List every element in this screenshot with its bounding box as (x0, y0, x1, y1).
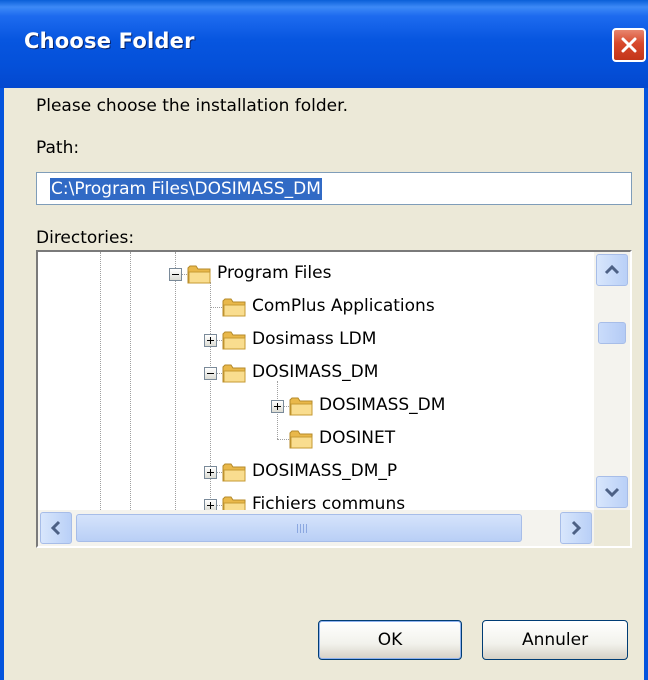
scrollbar-corner (594, 510, 630, 546)
title-bar[interactable]: Choose Folder (0, 0, 648, 88)
tree-guide-line (175, 252, 176, 510)
tree-item-label[interactable]: DOSIMASS_DM (319, 395, 445, 415)
tree-item-label[interactable]: ComPlus Applications (252, 296, 435, 316)
folder-icon (222, 329, 246, 351)
collapse-minus-icon[interactable] (204, 367, 217, 380)
folder-icon (222, 362, 246, 384)
scroll-right-button[interactable] (560, 512, 592, 544)
window-title: Choose Folder (24, 29, 195, 53)
chevron-right-icon (571, 520, 582, 536)
folder-icon (289, 428, 313, 450)
tree-guide-line (100, 252, 101, 510)
directories-label: Directories: (36, 228, 135, 248)
tree-item-label[interactable]: Program Files (217, 263, 331, 283)
scroll-up-button[interactable] (596, 254, 628, 286)
expand-plus-icon[interactable] (271, 400, 284, 413)
tree-item-label[interactable]: DOSIMASS_DM (252, 362, 378, 382)
chevron-left-icon (50, 520, 61, 536)
expand-plus-icon[interactable] (204, 499, 217, 510)
directory-tree[interactable]: Program Files ComPlus Applications Dosimas… (36, 250, 632, 548)
horizontal-scrollbar[interactable] (38, 510, 594, 546)
expand-plus-icon[interactable] (204, 466, 217, 479)
window-frame-left (0, 88, 4, 680)
folder-icon (222, 494, 246, 510)
folder-icon (222, 461, 246, 483)
folder-icon (222, 296, 246, 318)
close-button[interactable] (612, 28, 646, 62)
path-input[interactable]: C:\Program Files\DOSIMASS_DM (36, 172, 632, 205)
tree-item-label[interactable]: Fichiers communs (252, 494, 405, 510)
folder-icon (289, 395, 313, 417)
vertical-scrollbar[interactable] (594, 252, 630, 510)
tree-item-label[interactable]: DOSIMASS_DM_P (252, 461, 397, 481)
tree-connector (277, 439, 289, 440)
horizontal-scroll-thumb[interactable] (76, 514, 522, 542)
tree-viewport: Program Files ComPlus Applications Dosimas… (38, 252, 594, 510)
vertical-scroll-thumb[interactable] (598, 322, 626, 344)
tree-connector (210, 307, 222, 308)
path-label: Path: (36, 138, 80, 158)
close-icon (621, 37, 637, 53)
expand-plus-icon[interactable] (204, 334, 217, 347)
chevron-up-icon (604, 264, 620, 275)
tree-item-label[interactable]: Dosimass LDM (252, 329, 376, 349)
scroll-down-button[interactable] (596, 476, 628, 508)
prompt-text: Please choose the installation folder. (36, 96, 348, 116)
choose-folder-dialog: Choose Folder Please choose the installa… (0, 0, 648, 680)
collapse-minus-icon[interactable] (169, 268, 182, 281)
tree-item-label[interactable]: DOSINET (319, 428, 395, 448)
scroll-left-button[interactable] (40, 512, 72, 544)
window-frame-right (644, 88, 648, 680)
cancel-button[interactable]: Annuler (482, 620, 628, 660)
ok-button[interactable]: OK (318, 620, 462, 660)
folder-icon (187, 263, 211, 285)
scroll-grip-icon (297, 524, 307, 533)
chevron-down-icon (604, 487, 620, 498)
path-value: C:\Program Files\DOSIMASS_DM (50, 178, 322, 200)
tree-guide-line (130, 252, 131, 510)
